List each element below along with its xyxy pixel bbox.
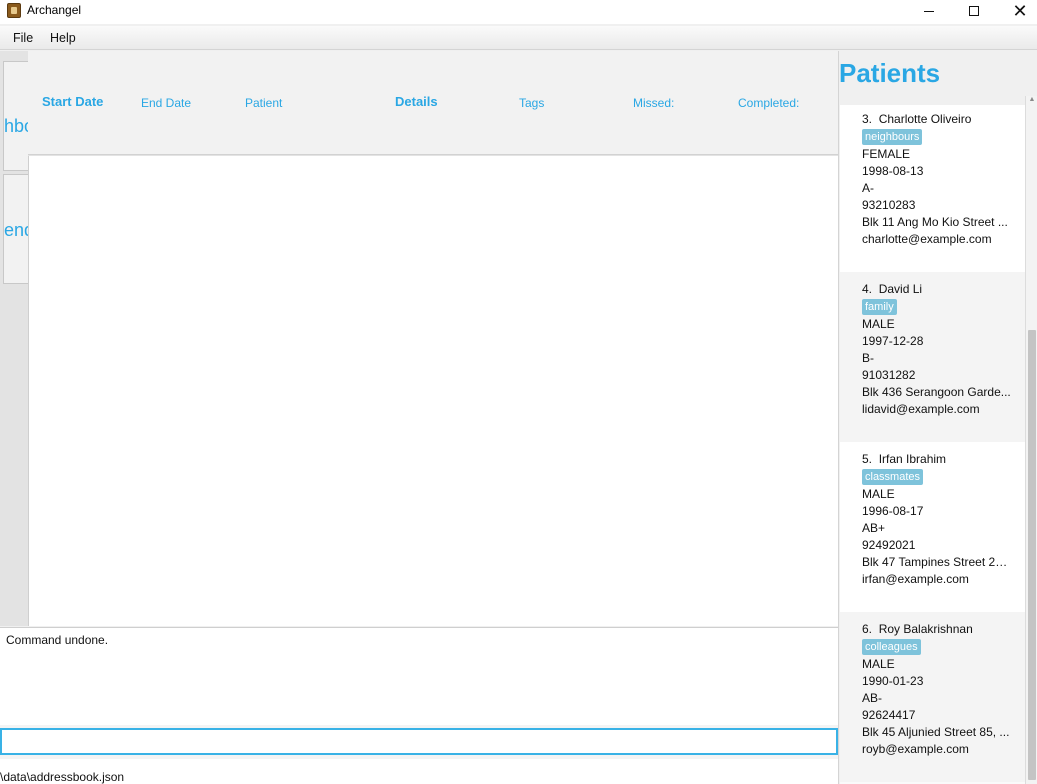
appointments-table-body: [28, 156, 838, 626]
patient-gender: MALE: [862, 487, 895, 501]
scroll-thumb[interactable]: [1028, 330, 1036, 780]
patient-phone: 91031282: [862, 368, 916, 382]
patient-email: charlotte@example.com: [862, 232, 992, 246]
patient-blood-type: B-: [862, 351, 874, 365]
patient-card[interactable]: 6. Roy Balakrishnan colleagues MALE 1990…: [840, 612, 1026, 782]
close-button[interactable]: ✕: [997, 0, 1037, 22]
column-patient[interactable]: Patient: [245, 96, 282, 110]
column-missed[interactable]: Missed:: [633, 96, 674, 110]
column-tags[interactable]: Tags: [519, 96, 544, 110]
patient-name: 6. Roy Balakrishnan: [862, 622, 973, 636]
patient-email: royb@example.com: [862, 742, 969, 756]
patient-tag: neighbours: [862, 129, 923, 145]
window-title: Archangel: [27, 3, 82, 17]
patient-blood-type: A-: [862, 181, 874, 195]
patient-email: irfan@example.com: [862, 572, 969, 586]
patients-panel: Patients 3. Charlotte Oliveiro neighbour…: [838, 51, 1037, 784]
patients-title: Patients: [839, 58, 941, 88]
close-icon: ✕: [1012, 0, 1028, 21]
patient-address: Blk 11 Ang Mo Kio Street ...: [862, 215, 1008, 229]
patient-name: 3. Charlotte Oliveiro: [862, 112, 972, 126]
maximize-icon: [969, 6, 979, 16]
patient-dob: 1997-12-28: [862, 334, 924, 348]
status-bar: \data\addressbook.json: [0, 759, 838, 784]
side-tab-2[interactable]: end: [3, 174, 28, 284]
side-tab-1-label: hbo: [4, 116, 28, 136]
result-message: Command undone.: [6, 633, 109, 647]
maximize-button[interactable]: [951, 0, 997, 22]
patient-card[interactable]: 3. Charlotte Oliveiro neighbours FEMALE …: [840, 105, 1026, 272]
patient-card[interactable]: 5. Irfan Ibrahim classmates MALE 1996-08…: [840, 442, 1026, 612]
app-icon: [7, 3, 21, 18]
menu-help[interactable]: Help: [50, 31, 76, 45]
title-bar: Archangel ✕: [0, 0, 1037, 24]
patient-gender: MALE: [862, 317, 895, 331]
side-tab-1[interactable]: hbo: [3, 61, 28, 171]
patient-name: 5. Irfan Ibrahim: [862, 452, 947, 466]
column-details[interactable]: Details: [395, 94, 438, 109]
side-tab-2-label: end: [4, 220, 28, 240]
patient-gender: FEMALE: [862, 147, 911, 161]
column-completed[interactable]: Completed:: [738, 96, 799, 110]
menu-bar: File Help: [0, 26, 1037, 50]
scroll-up-icon[interactable]: ▲: [1028, 96, 1036, 103]
patient-dob: 1996-08-17: [862, 504, 924, 518]
column-end-date[interactable]: End Date: [141, 96, 191, 110]
patient-phone: 92624417: [862, 708, 916, 722]
command-box: [0, 725, 838, 759]
column-start-date[interactable]: Start Date: [42, 94, 103, 109]
minimize-icon: [924, 10, 934, 12]
patient-blood-type: AB-: [862, 691, 883, 705]
patient-phone: 92492021: [862, 538, 916, 552]
patient-email: lidavid@example.com: [862, 402, 980, 416]
patient-address: Blk 47 Tampines Street 20,...: [862, 555, 1012, 569]
patient-card[interactable]: 4. David Li family MALE 1997-12-28 B- 91…: [840, 272, 1026, 442]
patient-gender: MALE: [862, 657, 895, 671]
patient-name: 4. David Li: [862, 282, 923, 296]
command-input[interactable]: [0, 728, 838, 755]
patient-blood-type: AB+: [862, 521, 886, 535]
save-location: \data\addressbook.json: [0, 770, 125, 784]
patient-dob: 1990-01-23: [862, 674, 924, 688]
patient-phone: 93210283: [862, 198, 916, 212]
patient-tag: colleagues: [862, 639, 921, 655]
patient-tag: family: [862, 299, 897, 315]
patient-address: Blk 436 Serangoon Garde...: [862, 385, 1011, 399]
patient-address: Blk 45 Aljunied Street 85, ...: [862, 725, 1010, 739]
patient-list[interactable]: 3. Charlotte Oliveiro neighbours FEMALE …: [840, 105, 1026, 784]
menu-file[interactable]: File: [13, 31, 33, 45]
result-display: Command undone.: [0, 627, 838, 725]
patient-dob: 1998-08-13: [862, 164, 924, 178]
patient-list-scrollbar[interactable]: ▲: [1025, 96, 1037, 784]
appointments-table-header: Start Date End Date Patient Details Tags…: [28, 51, 838, 155]
minimize-button[interactable]: [906, 0, 952, 22]
patient-tag: classmates: [862, 469, 924, 485]
